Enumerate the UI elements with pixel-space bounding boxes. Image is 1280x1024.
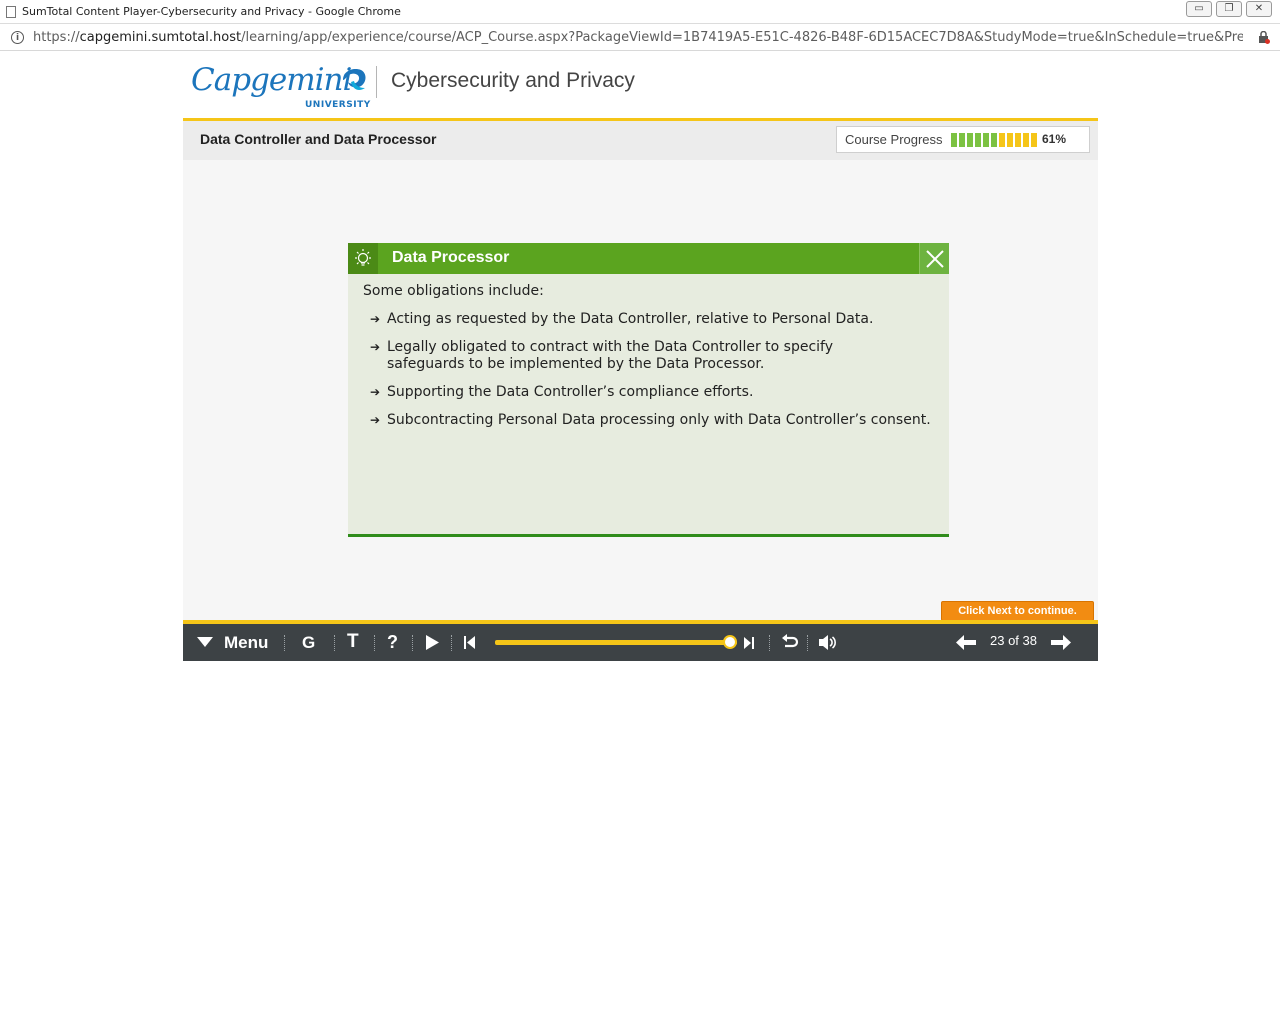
progress-segment [951, 133, 957, 147]
progress-segment [999, 133, 1005, 147]
volume-icon[interactable] [818, 634, 838, 651]
restore-button[interactable]: ❐ [1216, 1, 1242, 17]
close-window-button[interactable]: ✕ [1246, 1, 1272, 17]
close-popup-button[interactable] [919, 243, 949, 274]
logo-wordmark: Capgemini [191, 62, 352, 98]
arrow-bullet-icon: ➔ [370, 312, 381, 326]
list-item-text: Supporting the Data Controller’s complia… [387, 384, 754, 400]
transcript-button[interactable]: T [347, 631, 359, 653]
page-icon [6, 5, 16, 18]
menu-triangle-icon [197, 637, 213, 647]
info-icon[interactable]: i [11, 31, 24, 44]
logo-university: UNIVERSITY [305, 100, 371, 110]
url-host: capgemini.sumtotal.host [79, 30, 242, 45]
separator [412, 635, 413, 651]
url-scheme: https:// [33, 30, 80, 45]
list-item-text: Acting as requested by the Data Controll… [387, 311, 874, 327]
replay-icon[interactable] [781, 634, 799, 651]
play-icon[interactable] [424, 634, 440, 651]
arrow-bullet-icon: ➔ [370, 385, 381, 399]
separator [334, 635, 335, 651]
window-title: SumTotal Content Player-Cybersecurity an… [22, 5, 401, 18]
url-path: /learning/app/experience/course/ACP_Cour… [241, 30, 1243, 45]
popup-bottom-border [348, 534, 949, 537]
playback-scrubber[interactable] [495, 640, 737, 645]
progress-segment [1031, 133, 1037, 147]
browser-title-bar: SumTotal Content Player-Cybersecurity an… [0, 0, 1280, 24]
address-bar[interactable]: i https://capgemini.sumtotal.host/learni… [0, 25, 1280, 51]
progress-segment [959, 133, 965, 147]
rewind-to-start-icon[interactable] [463, 635, 477, 650]
slide-title: Data Controller and Data Processor [200, 131, 437, 147]
window-controls: ▭ ❐ ✕ [1186, 1, 1272, 17]
progress-segment [1007, 133, 1013, 147]
lightbulb-icon [348, 243, 378, 274]
menu-label: Menu [224, 633, 269, 652]
list-item: ➔ Acting as requested by the Data Control… [370, 311, 940, 328]
header-divider [376, 66, 377, 98]
list-item: ➔ Subcontracting Personal Data processing… [370, 412, 940, 429]
skip-to-end-icon[interactable] [743, 636, 755, 650]
close-icon [925, 249, 944, 268]
obligations-list: ➔ Acting as requested by the Data Control… [370, 311, 940, 440]
popup-title: Data Processor [392, 249, 510, 266]
separator [769, 635, 770, 651]
separator [374, 635, 375, 651]
player-controls: Menu G T ? 23 of 38 [183, 624, 1098, 661]
progress-segment [967, 133, 973, 147]
list-item: ➔ Legally obligated to contract with the … [370, 339, 840, 373]
list-item: ➔ Supporting the Data Controller’s compli… [370, 384, 940, 401]
list-item-text: Legally obligated to contract with the D… [387, 339, 834, 372]
course-progress: Course Progress 61% [836, 126, 1090, 153]
capgemini-logo: Capgemini UNIVERSITY [191, 62, 371, 112]
course-title: Cybersecurity and Privacy [391, 69, 635, 92]
arrow-bullet-icon: ➔ [370, 340, 381, 354]
scrubber-handle[interactable] [722, 635, 737, 649]
next-arrow-icon[interactable] [1050, 634, 1072, 651]
progress-segment [975, 133, 981, 147]
progress-segment [1023, 133, 1029, 147]
data-processor-popup: Data Processor Some obligations include:… [348, 243, 949, 537]
minimize-button[interactable]: ▭ [1186, 1, 1212, 17]
separator [807, 635, 808, 651]
arrow-bullet-icon: ➔ [370, 413, 381, 427]
separator [451, 635, 452, 651]
progress-segment [991, 133, 997, 147]
slide-title-bar: Data Controller and Data Processor Cours… [183, 121, 1098, 160]
site-settings-icon[interactable] [1258, 31, 1270, 44]
progress-label: Course Progress [845, 132, 943, 147]
list-item-text: Subcontracting Personal Data processing … [387, 412, 931, 428]
help-button[interactable]: ? [387, 632, 398, 653]
glossary-button[interactable]: G [302, 633, 315, 653]
url-text[interactable]: https://capgemini.sumtotal.host/learning… [33, 30, 1243, 45]
page-counter: 23 of 38 [990, 633, 1037, 648]
click-next-tooltip: Click Next to continue. [941, 601, 1094, 621]
progress-segment [983, 133, 989, 147]
previous-arrow-icon[interactable] [955, 634, 977, 651]
progress-percent: 61% [1042, 132, 1067, 146]
separator [284, 635, 285, 651]
progress-bar [951, 133, 1037, 147]
progress-segment [1015, 133, 1021, 147]
course-header: Capgemini UNIVERSITY Cybersecurity and P… [183, 52, 1098, 118]
popup-intro: Some obligations include: [363, 283, 544, 299]
popup-header: Data Processor [348, 243, 949, 274]
spade-icon [343, 69, 366, 90]
